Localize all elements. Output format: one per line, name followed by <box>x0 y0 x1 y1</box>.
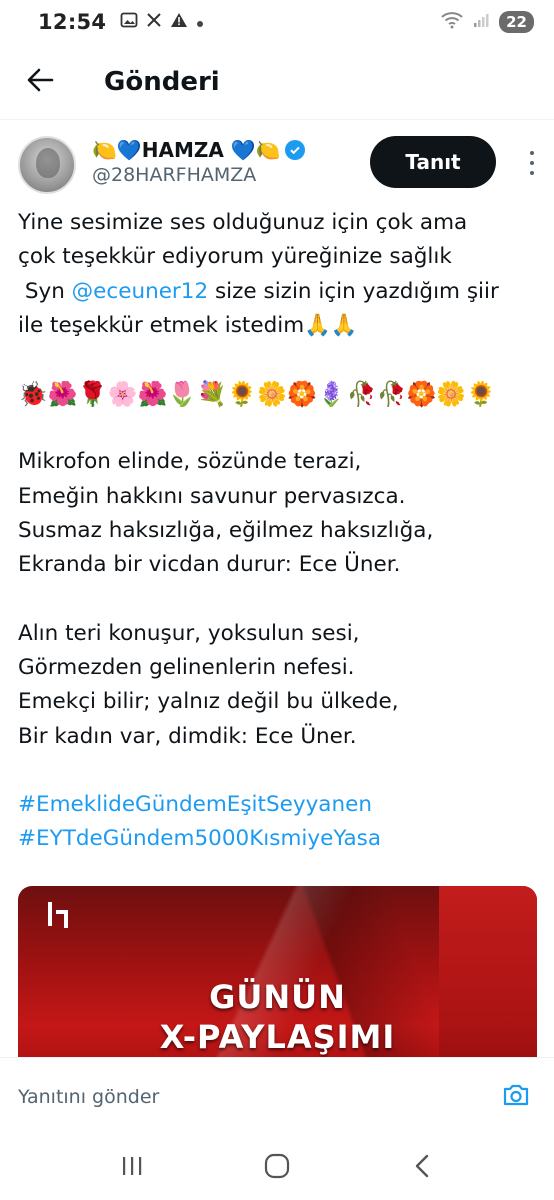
poem-line: Bir kadın var, dimdik: Ece Üner. <box>18 723 357 749</box>
dot-icon <box>196 13 204 32</box>
poem-line: Emeğin hakkını savunur pervasızca. <box>18 483 406 509</box>
top-app-bar: Gönderi <box>0 44 554 120</box>
warning-icon <box>170 12 188 32</box>
media-headline-1: GÜNÜN <box>209 978 346 1016</box>
poem-line: Emekçi bilir; yalnız değil bu ülkede, <box>18 689 399 715</box>
hashtag-link[interactable]: #EYTdeGündem5000KısmiyeYasa <box>18 822 538 856</box>
system-status: 22 <box>441 11 534 33</box>
mention-link[interactable]: @eceuner12 <box>72 279 208 304</box>
media-headline-2: X-PAYLAŞIMI <box>159 1018 396 1056</box>
text-line: Syn @eceuner12 size sizin için yazdığım … <box>18 275 538 309</box>
reply-bar: Yanıtını gönder <box>0 1057 554 1136</box>
promote-button[interactable]: Tanıt <box>370 136 496 188</box>
home-icon <box>264 1153 290 1183</box>
x-logo-icon <box>146 12 162 32</box>
text-line: ile teşekkür etmek istedim🙏🙏 <box>18 312 358 338</box>
signal-icon <box>473 12 489 32</box>
page-title: Gönderi <box>104 66 220 97</box>
system-navigation-bar <box>0 1136 554 1200</box>
avatar[interactable] <box>18 136 76 194</box>
notification-icons <box>120 11 204 33</box>
status-time: 12:54 <box>38 10 107 34</box>
poem-line: Susmaz haksızlığa, eğilmez haksızlığa, <box>18 518 434 544</box>
home-button[interactable] <box>247 1143 307 1193</box>
display-name: 🍋💙HAMZA 💙🍋 <box>92 138 281 162</box>
recents-button[interactable] <box>102 1143 162 1193</box>
back-button[interactable] <box>0 44 80 120</box>
text-line: çok teşekkür ediyorum yüreğinize sağlık <box>18 244 452 270</box>
post-media-image[interactable]: GÜNÜN X-PAYLAŞIMI <box>18 886 537 1057</box>
arrow-left-icon <box>26 68 54 96</box>
text-line: Yine sesimize ses olduğunuz için çok ama <box>18 210 468 235</box>
emoji-line: 🐞🌺🌹🌸🌺🌷💐🌻🌼🏵️🪻🥀🥀🏵️🌼🌻 <box>18 380 497 409</box>
wifi-icon <box>441 11 463 33</box>
recents-icon <box>120 1155 144 1181</box>
poem-line: Alın teri konuşur, yoksulun sesi, <box>18 620 360 646</box>
channel-logo-icon <box>48 902 68 928</box>
status-bar: 12:54 22 <box>0 0 554 44</box>
back-nav-button[interactable] <box>392 1143 452 1193</box>
author-info[interactable]: 🍋💙HAMZA 💙🍋 @28HARFHAMZA <box>92 138 305 186</box>
author-handle: @28HARFHAMZA <box>92 164 257 186</box>
poem-line: Mikrofon elinde, sözünde terazi, <box>18 449 362 475</box>
camera-button[interactable] <box>496 1077 536 1117</box>
poem-line: Görmezden gelinenlerin nefesi. <box>18 654 355 680</box>
reply-input[interactable]: Yanıtını gönder <box>18 1086 496 1108</box>
battery-indicator: 22 <box>499 11 534 33</box>
verified-badge-icon <box>284 140 305 160</box>
post-author-row: 🍋💙HAMZA 💙🍋 @28HARFHAMZA Tanıt <box>18 136 536 200</box>
gallery-icon <box>120 11 138 33</box>
post: 🍋💙HAMZA 💙🍋 @28HARFHAMZA Tanıt Yine sesim… <box>0 120 554 1057</box>
text-fragment: Syn <box>18 278 72 304</box>
poem-line: Ekranda bir vicdan durur: Ece Üner. <box>18 552 401 578</box>
hashtag-link[interactable]: #EmeklideGündemEşitSeyyanen <box>18 788 538 822</box>
more-options-icon[interactable] <box>524 148 540 178</box>
display-name-row: 🍋💙HAMZA 💙🍋 <box>92 138 305 162</box>
text-fragment: size sizin için yazdığım şiir <box>208 278 499 304</box>
camera-icon <box>502 1083 530 1111</box>
post-text: Yine sesimize ses olduğunuz için çok ama… <box>18 206 538 856</box>
chevron-left-icon <box>414 1154 430 1182</box>
